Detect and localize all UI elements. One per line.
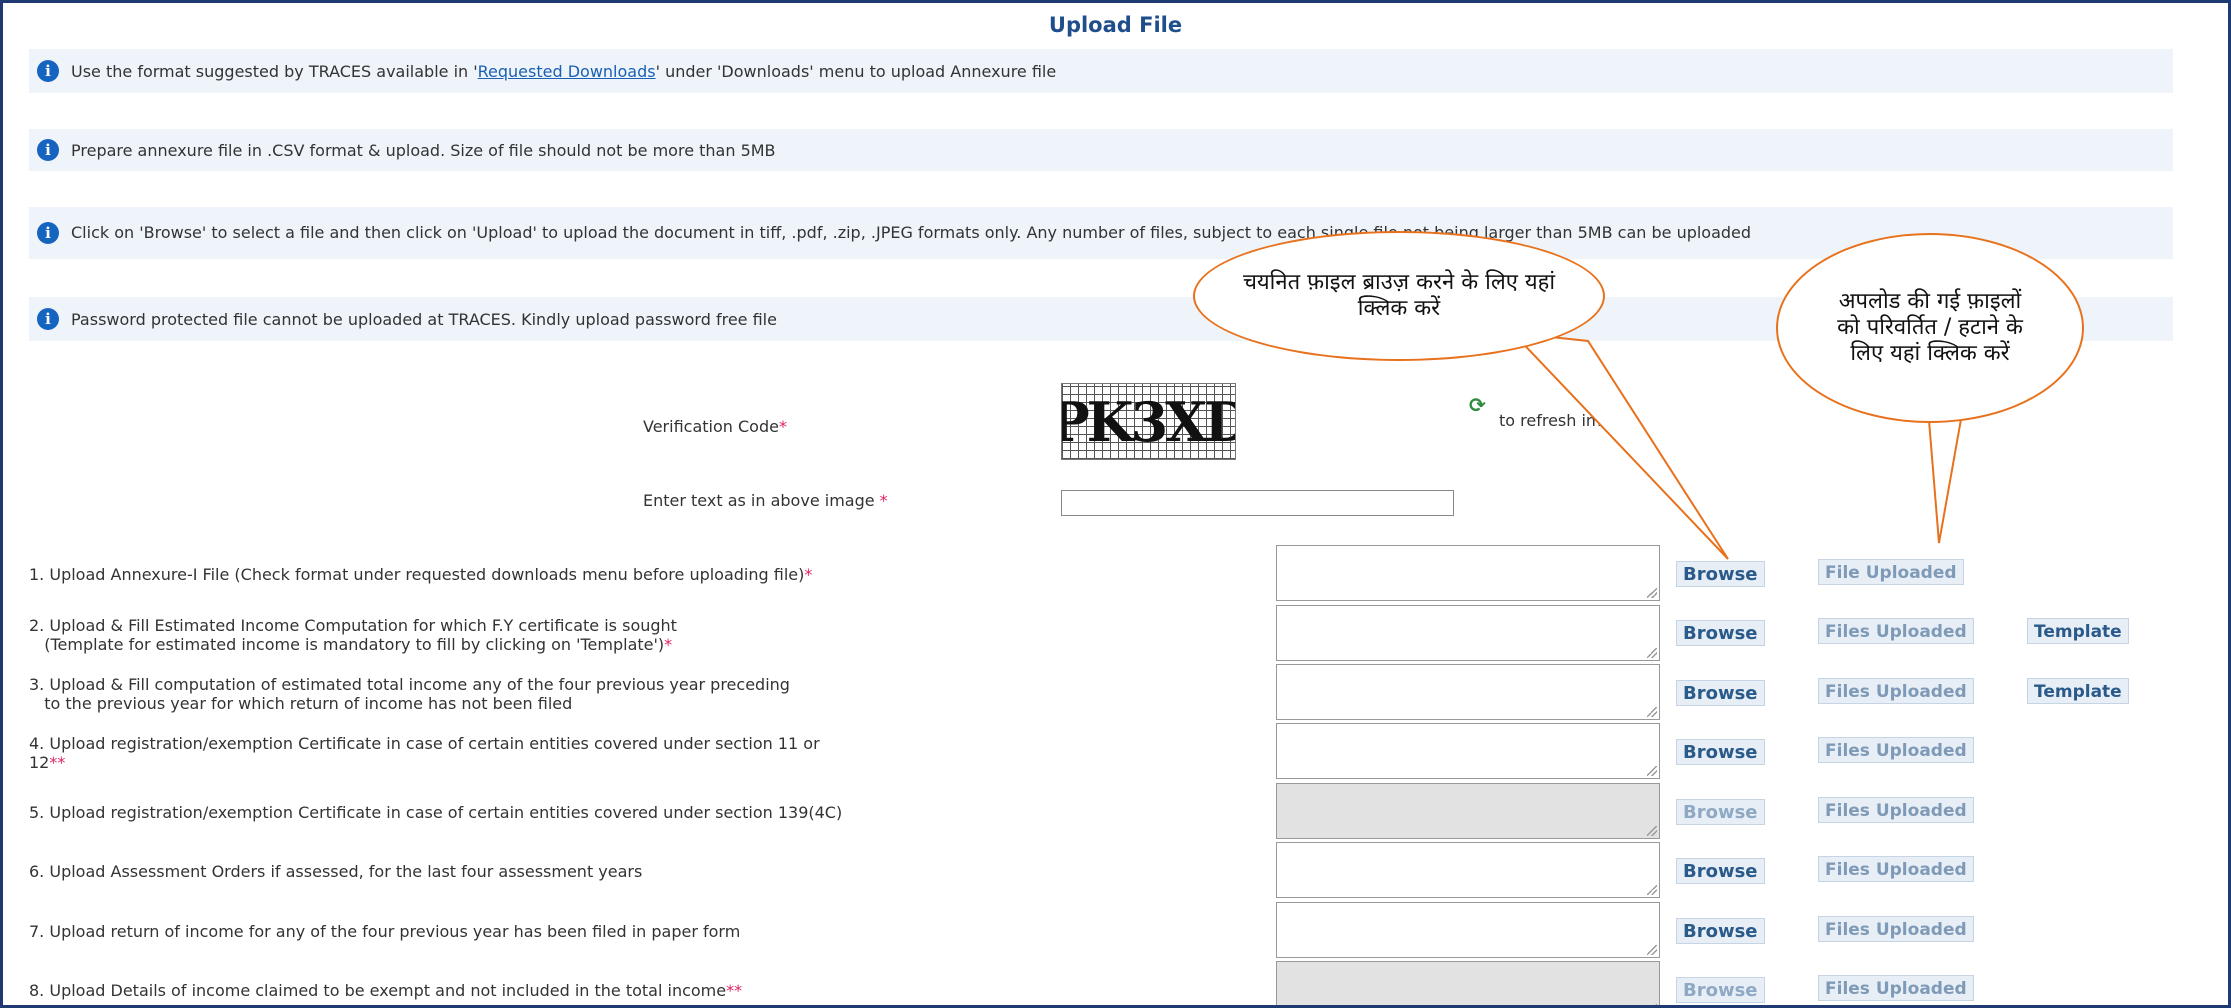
files-uploaded-button[interactable]: Files Uploaded — [1818, 618, 1974, 644]
files-uploaded-button[interactable]: Files Uploaded — [1818, 916, 1974, 942]
requested-downloads-link[interactable]: Requested Downloads — [478, 62, 656, 81]
template-button[interactable]: Template — [2027, 678, 2129, 704]
upload-row-5-textarea — [1276, 783, 1660, 839]
files-uploaded-button[interactable]: File Uploaded — [1818, 559, 1964, 585]
upload-row-1-label: 1. Upload Annexure-I File (Check format … — [29, 565, 813, 584]
info-text: Use the format suggested by TRACES avail… — [71, 61, 1057, 81]
upload-row-6-textarea[interactable] — [1276, 842, 1660, 898]
info-row-1: i Use the format suggested by TRACES ava… — [29, 49, 2173, 93]
verification-code-label: Verification Code* — [643, 417, 787, 436]
browse-button[interactable]: Browse — [1676, 739, 1765, 765]
info-text: Password protected file cannot be upload… — [71, 309, 777, 329]
upload-row-6-label: 6. Upload Assessment Orders if assessed,… — [29, 862, 643, 881]
browse-callout-pointer — [1510, 331, 1729, 560]
upload-row-5-label: 5. Upload registration/exemption Certifi… — [29, 803, 843, 822]
files-uploaded-button[interactable]: Files Uploaded — [1818, 797, 1974, 823]
refresh-image-text: to refresh image — [1499, 411, 1632, 430]
files-uploaded-button[interactable]: Files Uploaded — [1818, 975, 1974, 1001]
browse-button: Browse — [1676, 799, 1765, 825]
upload-row-2-label: 2. Upload & Fill Estimated Income Comput… — [29, 616, 677, 654]
info-icon: i — [37, 139, 59, 161]
upload-file-panel: Upload File i Use the format suggested b… — [0, 0, 2231, 1008]
enter-text-label: Enter text as in above image * — [643, 491, 888, 510]
files-uploaded-button[interactable]: Files Uploaded — [1818, 737, 1974, 763]
captcha-input[interactable] — [1061, 490, 1454, 516]
upload-row-4-label: 4. Upload registration/exemption Certifi… — [29, 734, 820, 772]
browse-button[interactable]: Browse — [1676, 561, 1765, 587]
files-uploaded-button[interactable]: Files Uploaded — [1818, 678, 1974, 704]
files-uploaded-button[interactable]: Files Uploaded — [1818, 856, 1974, 882]
browse-button[interactable]: Browse — [1676, 858, 1765, 884]
browse-button[interactable]: Browse — [1676, 680, 1765, 706]
browse-callout: चयनित फ़ाइल ब्राउज़ करने के लिए यहां क्ल… — [1193, 231, 1605, 361]
info-text: Prepare annexure file in .CSV format & u… — [71, 140, 776, 160]
upload-row-7-textarea[interactable] — [1276, 902, 1660, 958]
info-icon: i — [37, 222, 59, 244]
browse-button[interactable]: Browse — [1676, 918, 1765, 944]
page-title: Upload File — [1048, 13, 1183, 37]
uploaded-callout: अपलोड की गई फ़ाइलों को परिवर्तित / हटाने… — [1776, 233, 2084, 423]
browse-button: Browse — [1676, 977, 1765, 1003]
upload-row-4-textarea[interactable] — [1276, 723, 1660, 779]
template-button[interactable]: Template — [2027, 618, 2129, 644]
info-icon: i — [37, 60, 59, 82]
browse-button[interactable]: Browse — [1676, 620, 1765, 646]
upload-row-8-label: 8. Upload Details of income claimed to b… — [29, 981, 743, 1000]
upload-row-1-textarea[interactable] — [1276, 545, 1660, 601]
upload-row-8-textarea — [1276, 961, 1660, 1005]
upload-row-3-textarea[interactable] — [1276, 664, 1660, 720]
info-row-2: i Prepare annexure file in .CSV format &… — [29, 129, 2173, 171]
uploaded-callout-pointer — [1926, 407, 1965, 544]
upload-row-2-textarea[interactable] — [1276, 605, 1660, 661]
info-icon: i — [37, 308, 59, 330]
info-text: Click on 'Browse' to select a file and t… — [71, 223, 1752, 242]
captcha-image: PK3XD — [1061, 383, 1236, 460]
upload-row-3-label: 3. Upload & Fill computation of estimate… — [29, 675, 790, 713]
refresh-icon[interactable]: ⟳ — [1469, 395, 1489, 415]
upload-row-7-label: 7. Upload return of income for any of th… — [29, 922, 741, 941]
